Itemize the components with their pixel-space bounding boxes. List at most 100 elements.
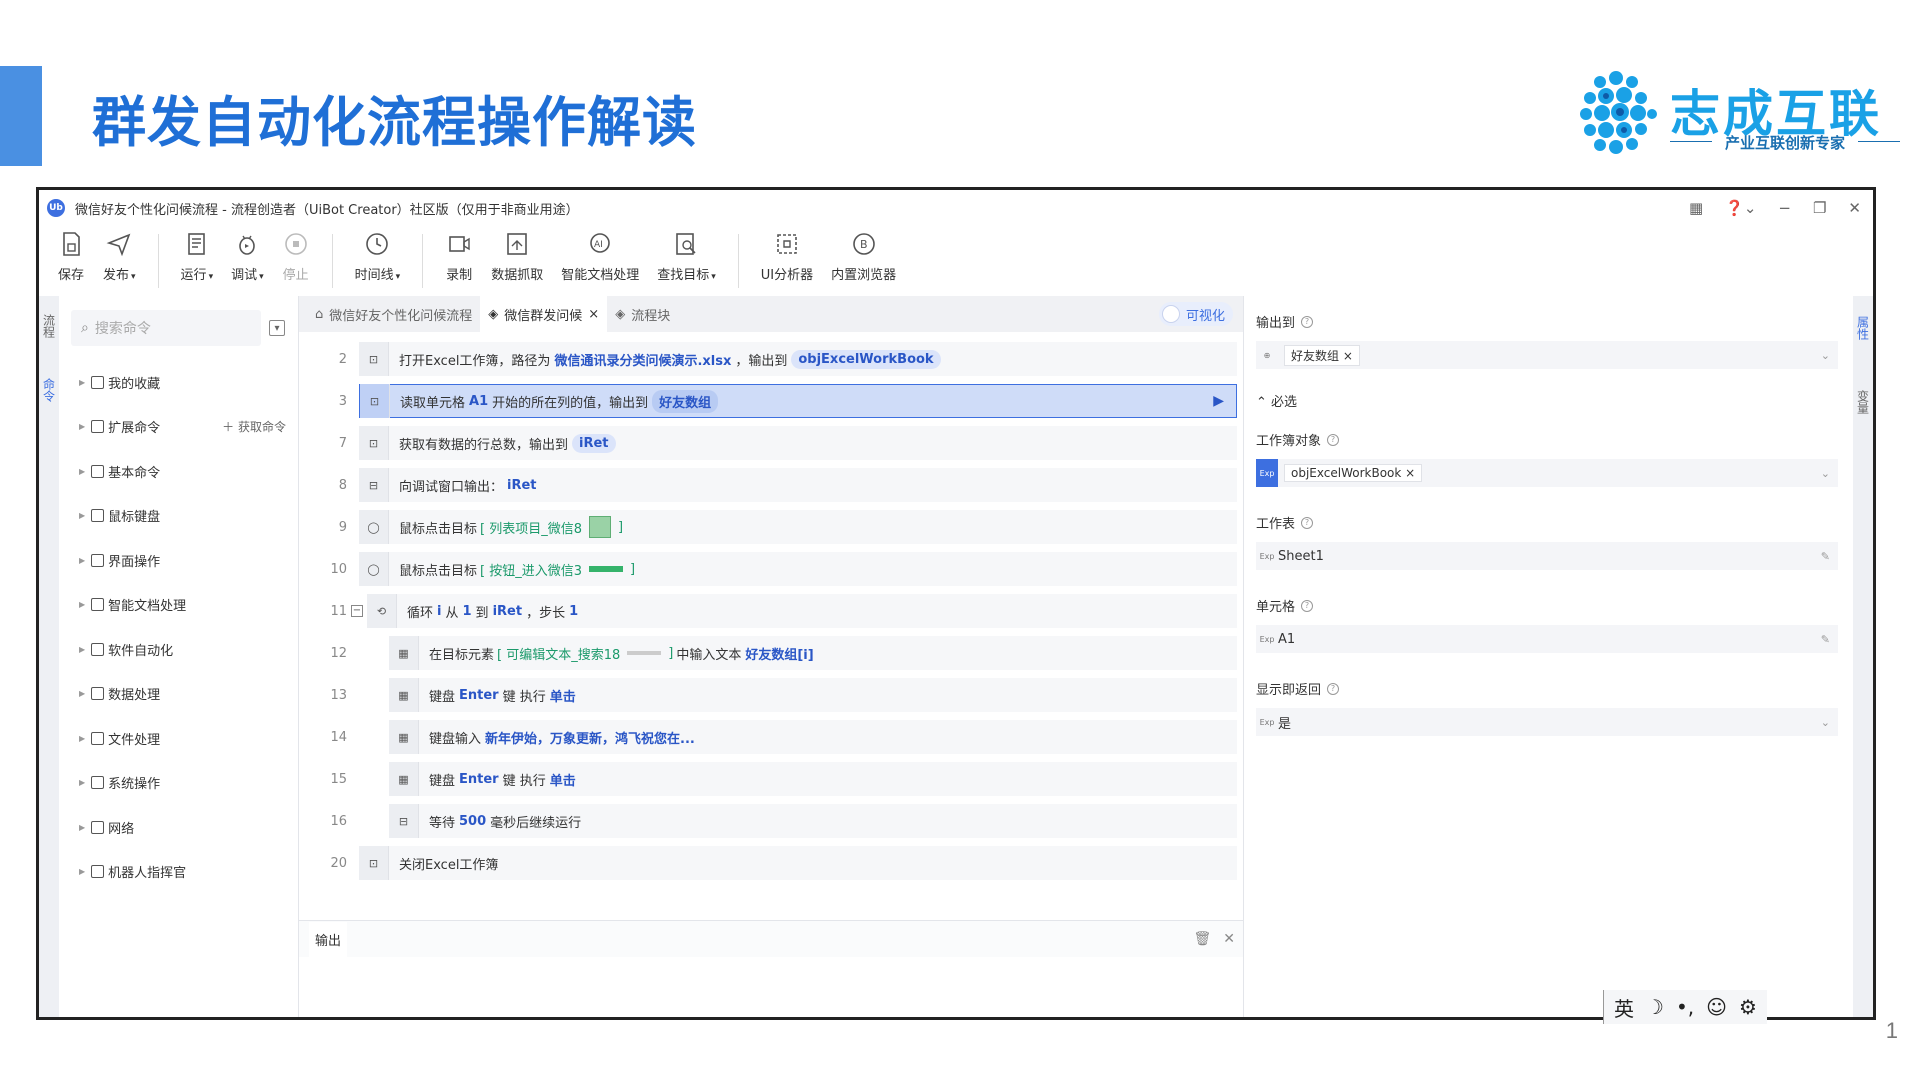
sheet-field[interactable]: Exp Sheet1 ✎ [1256, 542, 1838, 570]
moon-icon[interactable]: ☽ [1646, 995, 1664, 1019]
help-icon[interactable]: ? [1327, 682, 1340, 695]
return-on-show-select[interactable]: Exp 是 ⌄ [1256, 708, 1838, 736]
emoji-icon[interactable]: ☺ [1706, 995, 1727, 1019]
step-card[interactable]: ▦ 在目标元素 [ 可编辑文本_搜索18 ] 中输入文本 好友数组[i] [389, 636, 1237, 670]
step-row[interactable]: 20 ⊡ 关闭Excel工作簿 [299, 842, 1243, 884]
step-row[interactable]: 9 ◯ 鼠标点击目标 [ 列表项目_微信8 ] [299, 506, 1243, 548]
step-card[interactable]: ▦ 键盘 Enter 键 执行 单击 [389, 678, 1237, 712]
step-row[interactable]: 12 ▦ 在目标元素 [ 可编辑文本_搜索18 ] 中输入文本 好友数组[i] [299, 632, 1243, 674]
trash-icon[interactable]: 🗑 [1193, 931, 1211, 947]
required-section-toggle[interactable]: ⌃ 必选 [1256, 391, 1861, 410]
tab-variables[interactable]: 变量 [1855, 390, 1872, 414]
ai-doc-button[interactable]: AI 智能文档处理 [561, 230, 639, 283]
category-ui-operations[interactable]: ▶ 界面操作 [71, 538, 286, 583]
ui-analyzer-button[interactable]: UI分析器 [761, 230, 813, 283]
ime-language-toggle[interactable]: 英 [1614, 993, 1634, 1022]
cell-field[interactable]: Exp A1 ✎ [1256, 625, 1838, 653]
step-card[interactable]: ⊡ 关闭Excel工作簿 [359, 846, 1237, 880]
help-icon[interactable]: ❓⌄ [1725, 199, 1756, 217]
step-card[interactable]: ⟲ 循环 i 从 1 到 iRet ，步长 1 [367, 594, 1237, 628]
keyboard-icon: ▦ [389, 762, 419, 796]
step-row[interactable]: 15 ▦ 键盘 Enter 键 执行 单击 [299, 758, 1243, 800]
output-tab[interactable]: 输出 [309, 921, 348, 957]
command-search-input[interactable]: ⌕ 搜索命令 [71, 310, 261, 346]
punctuation-icon[interactable]: •, [1676, 995, 1694, 1019]
run-button[interactable]: 运行 ▾ [181, 230, 213, 283]
gear-icon[interactable]: ⚙ [1739, 995, 1757, 1019]
close-icon[interactable]: ✕ [1223, 931, 1235, 947]
step-row[interactable]: 2 ⊡ 打开Excel工作簿，路径为 微信通讯录分类问候演示.xlsx ，输出到… [299, 338, 1243, 380]
data-capture-button[interactable]: 数据抓取 [491, 230, 543, 283]
minimize-icon[interactable]: − [1778, 199, 1791, 217]
step-card-selected[interactable]: ⊡ 读取单元格 A1 开始的所在列的值，输出到 好友数组 ▶ [359, 384, 1237, 418]
visualize-toggle[interactable]: 可视化 [1158, 302, 1233, 326]
category-network[interactable]: ▶ 网络 [71, 805, 286, 850]
chevron-down-icon[interactable]: ⌄ [1821, 716, 1830, 729]
expression-badge[interactable]: Exp [1256, 459, 1278, 487]
category-basic[interactable]: ▶ 基本命令 [71, 449, 286, 494]
category-extensions[interactable]: ▶ 扩展命令＋ 获取命令 [71, 405, 286, 450]
layout-icon[interactable]: ▦ [1689, 199, 1703, 217]
step-card[interactable]: ⊡ 获取有数据的行总数，输出到 iRet [359, 426, 1237, 460]
step-card[interactable]: ◯ 鼠标点击目标 [ 列表项目_微信8 ] [359, 510, 1237, 544]
record-button[interactable]: 录制 [445, 230, 473, 283]
tab-main-flow[interactable]: ⌂ 微信好友个性化问候流程 [307, 296, 480, 332]
category-software-automation[interactable]: ▶ 软件自动化 [71, 627, 286, 672]
publish-button[interactable]: 发布 ▾ [103, 230, 136, 283]
tab-wechat-greeting[interactable]: ◈ 微信群发问候 × [480, 296, 608, 332]
category-mouse-keyboard[interactable]: ▶ 鼠标键盘 [71, 494, 286, 539]
step-list: 2 ⊡ 打开Excel工作簿，路径为 微信通讯录分类问候演示.xlsx ，输出到… [299, 332, 1243, 920]
expression-badge[interactable]: Exp [1256, 625, 1278, 653]
help-icon[interactable]: ? [1301, 516, 1314, 529]
category-file-processing[interactable]: ▶ 文件处理 [71, 716, 286, 761]
collapse-all-icon[interactable]: ▾ [269, 320, 285, 336]
step-card[interactable]: ⊟ 向调试窗口输出： iRet [359, 468, 1237, 502]
tab-flow-block[interactable]: ◈ 流程块 [607, 296, 678, 332]
find-target-button[interactable]: 查找目标 ▾ [657, 230, 716, 283]
step-row[interactable]: 10 ◯ 鼠标点击目标 [ 按钮_进入微信3 ] [299, 548, 1243, 590]
expression-badge[interactable]: Exp [1256, 708, 1278, 736]
close-tab-icon[interactable]: × [588, 307, 599, 322]
stop-button[interactable]: 停止 [282, 230, 310, 283]
output-to-field[interactable]: ⊕ 好友数组 × ⌄ [1256, 341, 1838, 369]
category-system[interactable]: ▶ 系统操作 [71, 761, 286, 806]
builtin-browser-button[interactable]: B 内置浏览器 [831, 230, 896, 283]
step-row[interactable]: 3 ⊡ 读取单元格 A1 开始的所在列的值，输出到 好友数组 ▶ [299, 380, 1243, 422]
step-row[interactable]: 8 ⊟ 向调试窗口输出： iRet [299, 464, 1243, 506]
step-row[interactable]: 11 − ⟲ 循环 i 从 1 到 iRet ，步长 1 [299, 590, 1243, 632]
step-row[interactable]: 14 ▦ 键盘输入 新年伊始，万象更新，鸿飞祝您在... [299, 716, 1243, 758]
save-button[interactable]: 保存 [57, 230, 85, 283]
tab-commands[interactable]: 命令 [41, 378, 58, 402]
chevron-down-icon[interactable]: ⌄ [1821, 467, 1830, 480]
step-card[interactable]: ⊡ 打开Excel工作簿，路径为 微信通讯录分类问候演示.xlsx ，输出到 o… [359, 342, 1237, 376]
get-commands-link[interactable]: ＋ 获取命令 [222, 418, 286, 435]
chevron-down-icon[interactable]: ⌄ [1821, 349, 1830, 362]
help-icon[interactable]: ? [1327, 433, 1340, 446]
close-icon[interactable]: ✕ [1848, 199, 1861, 217]
edit-icon[interactable]: ✎ [1821, 633, 1830, 646]
category-favorites[interactable]: ▶ 我的收藏 [71, 360, 286, 405]
expression-badge[interactable]: Exp [1256, 542, 1278, 570]
step-row[interactable]: 7 ⊡ 获取有数据的行总数，输出到 iRet [299, 422, 1243, 464]
help-icon[interactable]: ? [1301, 599, 1314, 612]
workbook-field[interactable]: Exp objExcelWorkBook × ⌄ [1256, 459, 1838, 487]
step-card[interactable]: ◯ 鼠标点击目标 [ 按钮_进入微信3 ] [359, 552, 1237, 586]
tab-properties[interactable]: 属性 [1855, 316, 1872, 340]
step-card[interactable]: ▦ 键盘输入 新年伊始，万象更新，鸿飞祝您在... [389, 720, 1237, 754]
help-icon[interactable]: ? [1301, 315, 1314, 328]
debug-button[interactable]: 调试 ▾ [231, 230, 264, 283]
edit-icon[interactable]: ✎ [1821, 550, 1830, 563]
step-card[interactable]: ▦ 键盘 Enter 键 执行 单击 [389, 762, 1237, 796]
category-robot-commander[interactable]: ▶ 机器人指挥官 [71, 850, 286, 895]
restore-icon[interactable]: ❐ [1813, 199, 1826, 217]
command-category-list: ▶ 我的收藏 ▶ 扩展命令＋ 获取命令 ▶ 基本命令 ▶ 鼠标键盘 ▶ 界面操作 ▶ 智能文… [71, 360, 286, 894]
step-row[interactable]: 13 ▦ 键盘 Enter 键 执行 单击 [299, 674, 1243, 716]
category-ai-docs[interactable]: ▶ 智能文档处理 [71, 583, 286, 628]
category-data-processing[interactable]: ▶ 数据处理 [71, 672, 286, 717]
tab-flow[interactable]: 流程 [41, 314, 58, 338]
timeline-button[interactable]: 时间线 ▾ [355, 230, 400, 283]
step-row[interactable]: 16 ⊟ 等待 500 毫秒后继续运行 [299, 800, 1243, 842]
collapse-icon[interactable]: − [351, 605, 363, 617]
run-step-icon[interactable]: ▶ [1213, 393, 1224, 409]
step-card[interactable]: ⊟ 等待 500 毫秒后继续运行 [389, 804, 1237, 838]
